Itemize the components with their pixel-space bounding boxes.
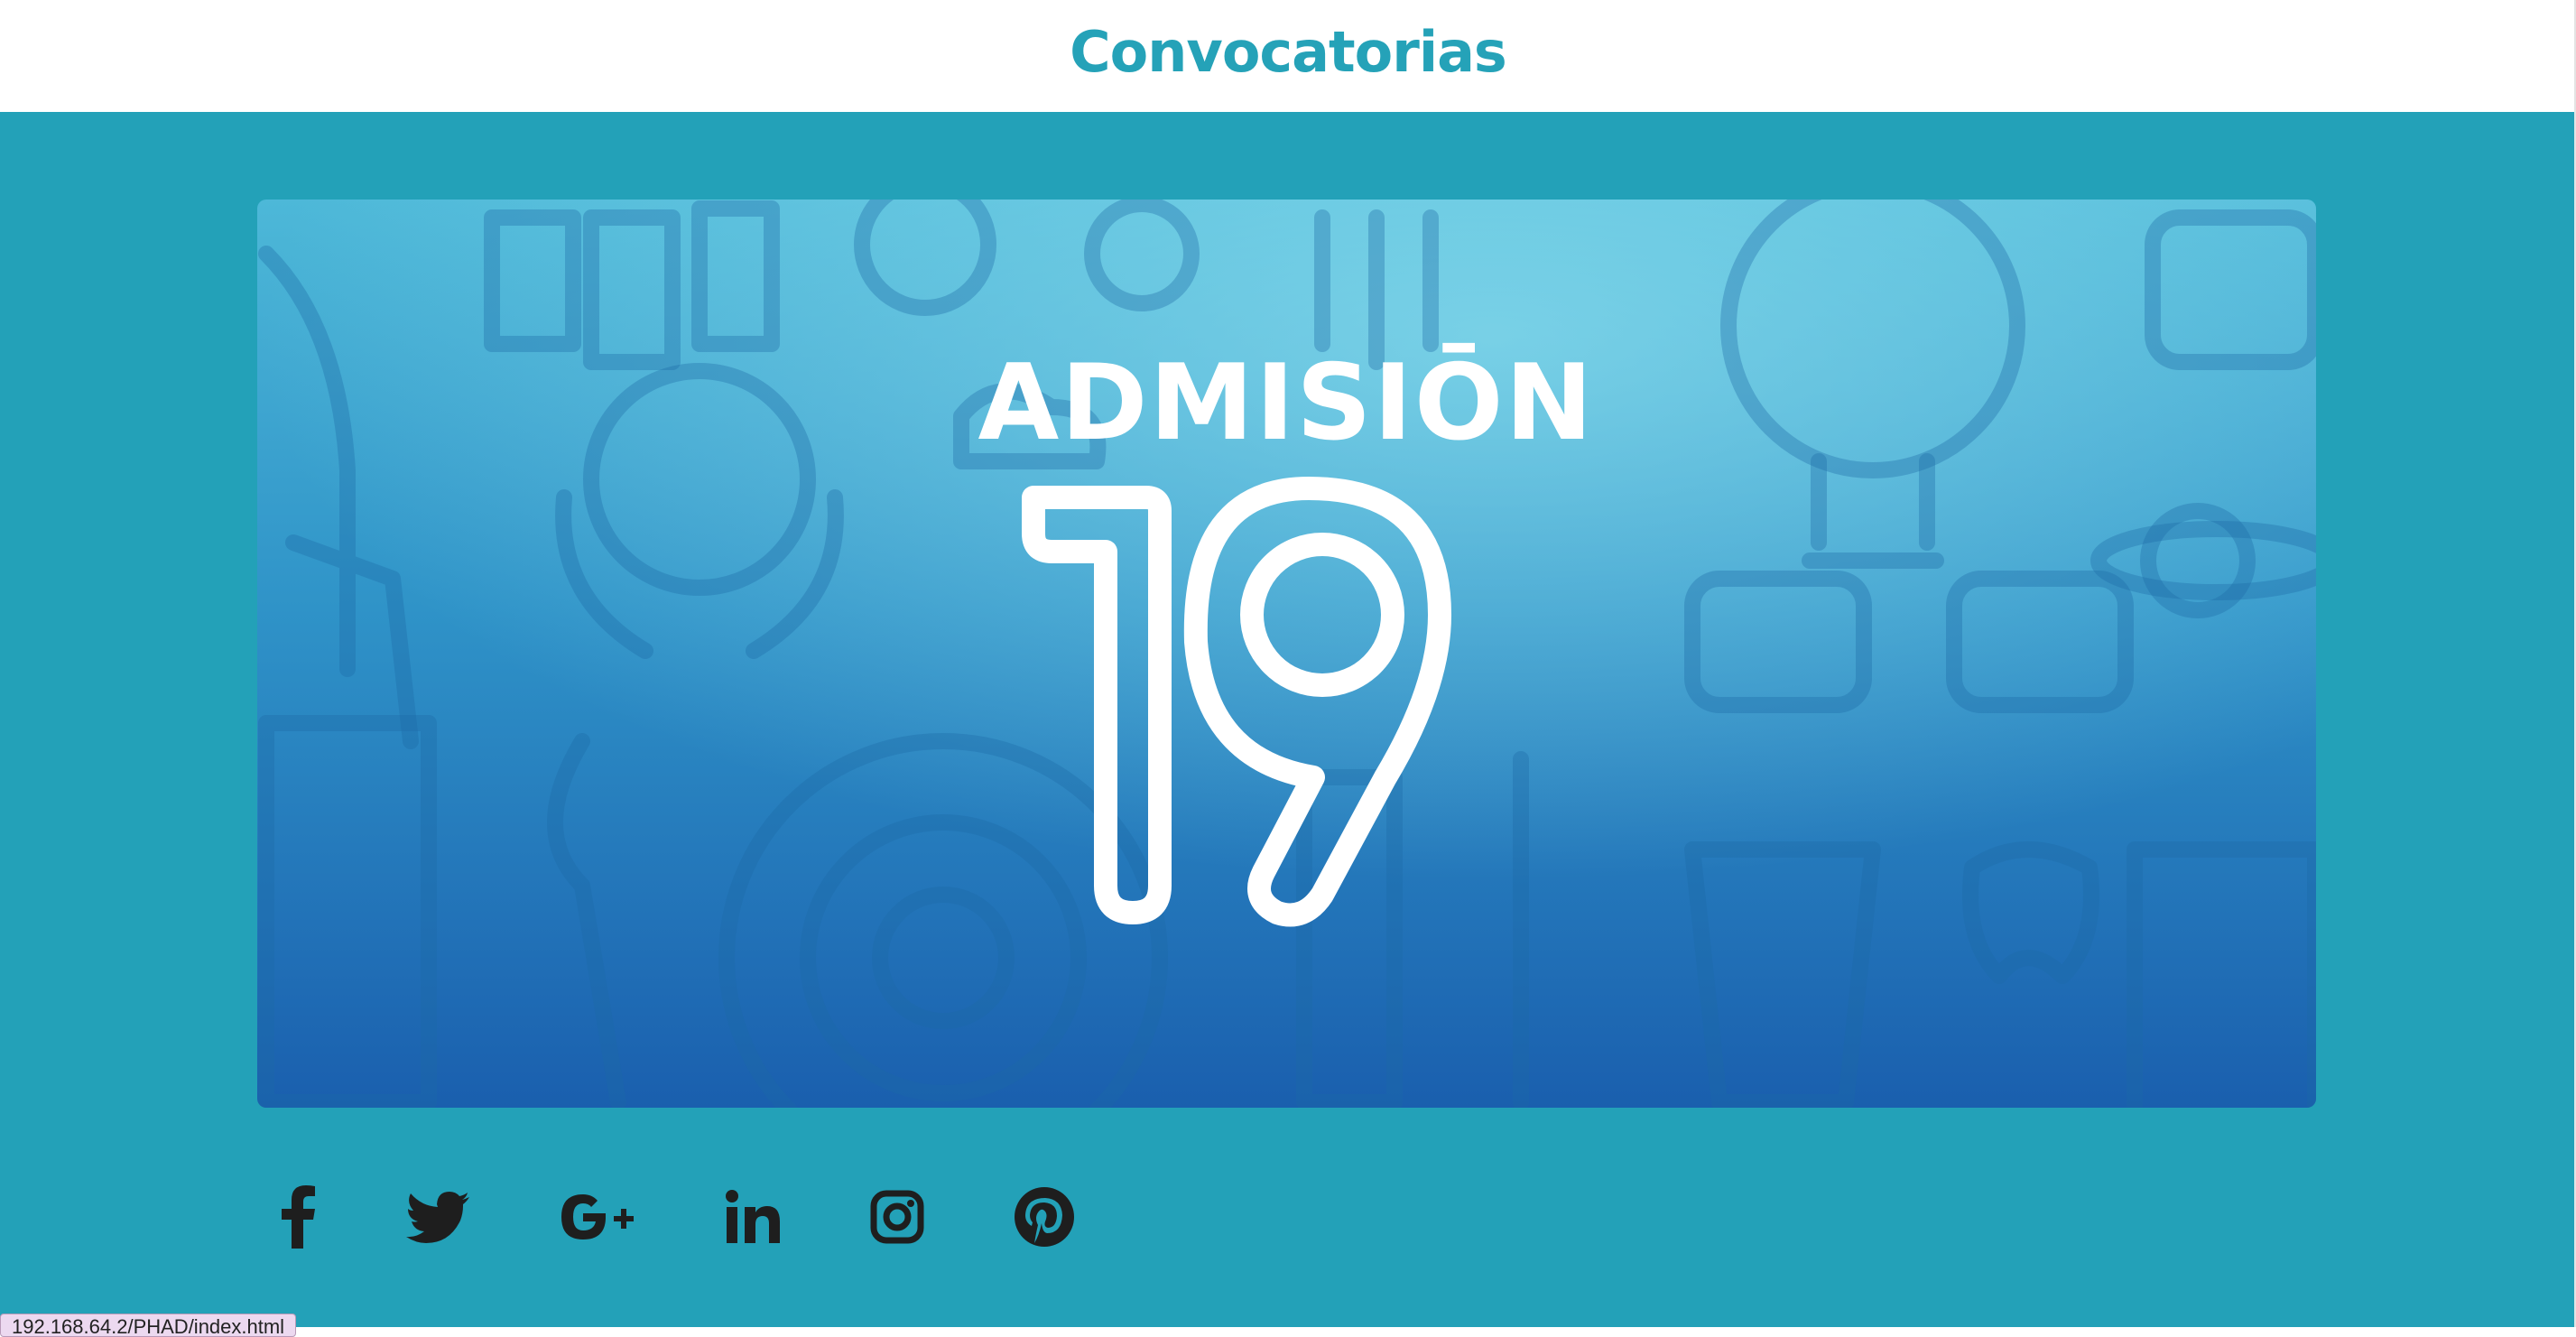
google-plus-icon[interactable] — [560, 1178, 634, 1256]
social-links — [0, 1178, 1173, 1259]
banner-heading: ADMISIŌN — [978, 342, 1594, 464]
status-bar-url: 192.168.64.2/PHAD/index.html — [0, 1314, 297, 1337]
linkedin-icon[interactable] — [726, 1178, 780, 1256]
facebook-icon[interactable] — [280, 1178, 316, 1256]
twitter-icon[interactable] — [406, 1178, 469, 1256]
admission-banner: ADMISIŌN — [257, 200, 2316, 1108]
page-title: Convocatorias — [1070, 18, 1507, 85]
pinterest-icon[interactable] — [1015, 1178, 1074, 1256]
page-header: Convocatorias — [0, 0, 2576, 112]
instagram-icon[interactable] — [870, 1178, 924, 1256]
